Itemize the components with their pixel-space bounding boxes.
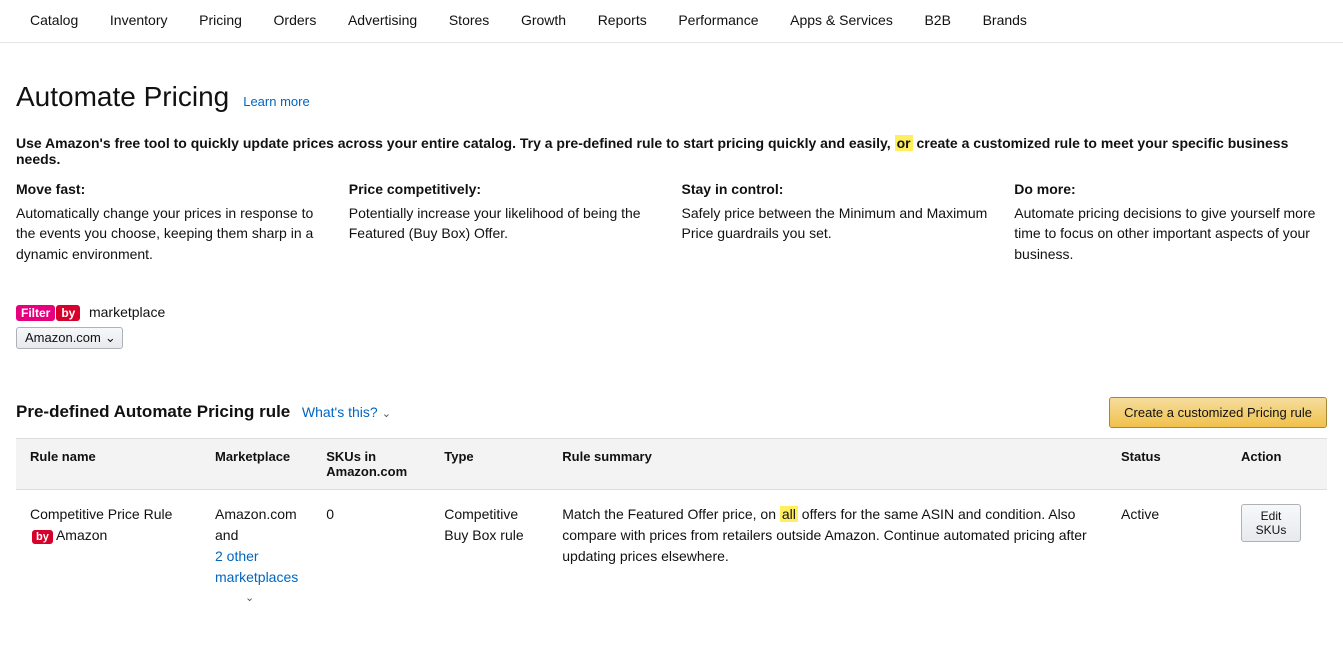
nav-orders[interactable]: Orders [274,12,317,28]
cell-skus: 0 [312,489,430,616]
nav-pricing[interactable]: Pricing [199,12,242,28]
filter-pill: Filter [16,305,55,321]
by-amazon-pill: by [32,530,53,544]
nav-performance[interactable]: Performance [678,12,758,28]
highlight-all: all [780,506,798,522]
marketplace-select[interactable]: Amazon.com⌄ [16,327,123,349]
th-type: Type [430,438,548,489]
cell-status: Active [1107,489,1227,616]
highlight-or: or [895,135,913,151]
benefit-stay-in-control: Stay in control: Safely price between th… [682,181,995,264]
filter-marketplace-label: marketplace [89,304,165,320]
chevron-down-icon: ⌄ [105,330,116,345]
chevron-down-icon[interactable]: ⌄ [245,590,298,607]
intro-text: Use Amazon's free tool to quickly update… [16,135,1327,167]
benefits-row: Move fast: Automatically change your pri… [16,181,1327,264]
th-skus: SKUs in Amazon.com [312,438,430,489]
nav-reports[interactable]: Reports [598,12,647,28]
page-title: Automate Pricing [16,81,229,113]
th-action: Action [1227,438,1327,489]
chevron-down-icon: ⌄ [382,408,391,420]
filter-label-row: Filterby marketplace [16,304,1327,321]
nav-apps[interactable]: Apps & Services [790,12,893,28]
whats-this-link[interactable]: What's this?⌄ [302,404,391,420]
learn-more-link[interactable]: Learn more [243,94,309,109]
nav-catalog[interactable]: Catalog [30,12,78,28]
create-rule-button[interactable]: Create a customized Pricing rule [1109,397,1327,428]
by-pill: by [56,305,80,321]
section-title: Pre-defined Automate Pricing rule [16,402,290,421]
nav-growth[interactable]: Growth [521,12,566,28]
benefit-move-fast: Move fast: Automatically change your pri… [16,181,329,264]
nav-advertising[interactable]: Advertising [348,12,417,28]
benefit-price-competitively: Price competitively: Potentially increas… [349,181,662,264]
cell-marketplace: Amazon.com and 2 other marketplaces ⌄ [201,489,312,616]
th-rule-name: Rule name [16,438,201,489]
rules-table: Rule name Marketplace SKUs in Amazon.com… [16,438,1327,617]
other-marketplaces-link[interactable]: 2 other marketplaces [215,548,298,585]
cell-summary: Match the Featured Offer price, on all o… [548,489,1107,616]
nav-b2b[interactable]: B2B [924,12,950,28]
th-summary: Rule summary [548,438,1107,489]
top-nav: Catalog Inventory Pricing Orders Adverti… [0,0,1343,43]
benefit-do-more: Do more: Automate pricing decisions to g… [1014,181,1327,264]
table-row: Competitive Price Rule by Amazon Amazon.… [16,489,1327,616]
cell-type: Competitive Buy Box rule [430,489,548,616]
edit-skus-button[interactable]: Edit SKUs [1241,504,1301,542]
nav-brands[interactable]: Brands [983,12,1027,28]
th-marketplace: Marketplace [201,438,312,489]
th-status: Status [1107,438,1227,489]
nav-stores[interactable]: Stores [449,12,489,28]
cell-rule-name: Competitive Price Rule by Amazon [16,489,201,616]
nav-inventory[interactable]: Inventory [110,12,168,28]
